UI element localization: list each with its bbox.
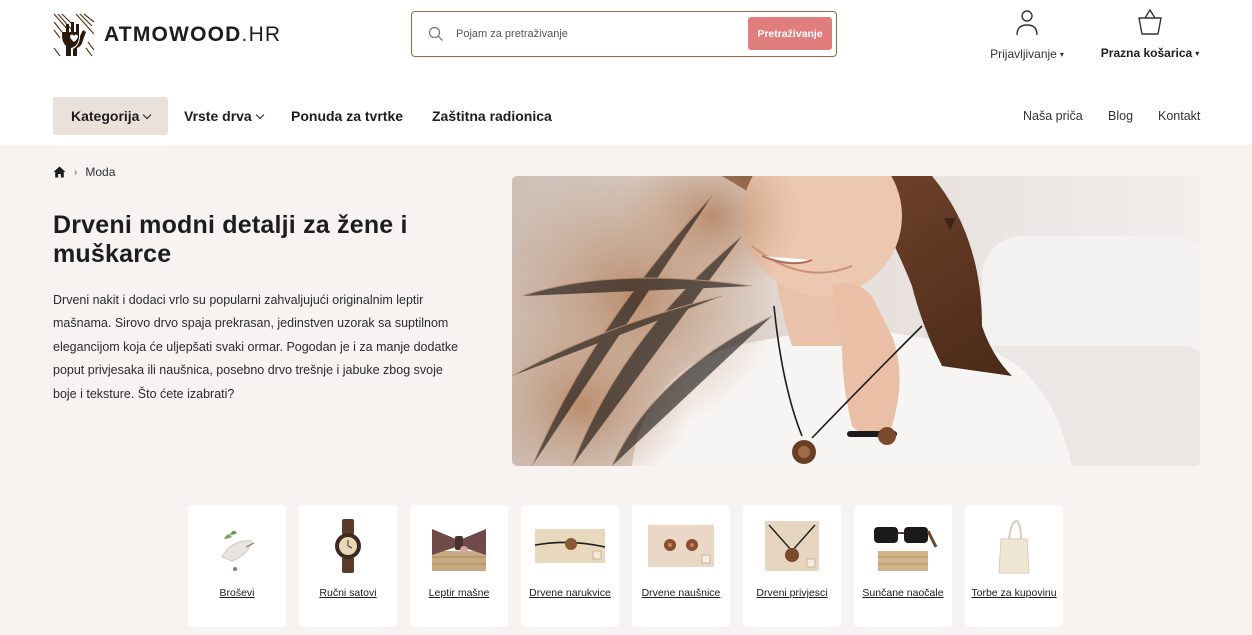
nav-item-vrste-drva[interactable]: Vrste drva xyxy=(184,97,264,135)
hero-image xyxy=(512,176,1200,466)
search-form: Pretraživanje xyxy=(411,11,837,57)
category-tile-label: Drvene naušnice xyxy=(641,587,721,599)
category-tile-drveni-privjesci[interactable]: Drveni privjesci xyxy=(743,505,841,627)
nav-link-kontakt[interactable]: Kontakt xyxy=(1158,97,1200,135)
chevron-down-icon xyxy=(255,110,264,120)
page-title: Drveni modni detalji za žene i muškarce xyxy=(53,211,408,268)
basket-icon xyxy=(1138,8,1162,35)
cart-label: Prazna košarica ▾ xyxy=(1100,46,1200,60)
breadcrumb: › Moda xyxy=(53,165,115,179)
category-tile-leptir-masne[interactable]: Leptir mašne xyxy=(410,505,508,627)
category-tile-rucni-satovi[interactable]: Ručni satovi xyxy=(299,505,397,627)
category-tile-label: Drveni privjesci xyxy=(756,587,828,599)
hero-photo-woman-with-wooden-jewelry xyxy=(512,176,1200,466)
breadcrumb-separator-icon: › xyxy=(74,166,78,178)
category-description: Drveni nakit i dodaci vrlo su popularni … xyxy=(53,293,459,401)
nav-item-kategorija[interactable]: Kategorija xyxy=(53,97,169,135)
brooch-icon xyxy=(221,530,255,571)
login-label: Prijavljivanje ▾ xyxy=(990,47,1064,61)
chevron-down-icon xyxy=(143,110,152,120)
sunglasses-icon xyxy=(874,527,938,571)
user-icon xyxy=(1016,10,1038,36)
breadcrumb-current: Moda xyxy=(85,165,116,179)
search-icon xyxy=(428,26,443,41)
pendant-icon xyxy=(765,521,819,571)
watch-icon xyxy=(335,519,361,573)
cart-button[interactable]: Prazna košarica ▾ xyxy=(1094,8,1206,60)
nav-link-nasa-prica[interactable]: Naša priča xyxy=(1023,97,1083,135)
search-button[interactable]: Pretraživanje xyxy=(748,17,832,50)
caret-down-icon: ▾ xyxy=(1195,49,1200,58)
category-tile-label: Ručni satovi xyxy=(319,587,377,599)
site-logo[interactable]: ATMOWOOD.HR xyxy=(52,12,281,58)
nav-item-ponuda-za-tvrtke[interactable]: Ponuda za tvrtke xyxy=(291,97,403,135)
bow-tie-icon xyxy=(432,529,486,571)
nav-item-zastitna-radionica[interactable]: Zaštitna radionica xyxy=(432,97,552,135)
tote-bag-icon xyxy=(998,519,1030,574)
caret-down-icon: ▾ xyxy=(1059,50,1064,59)
nav-link-blog[interactable]: Blog xyxy=(1108,97,1133,135)
category-tile-label: Sunčane naočale xyxy=(862,587,944,599)
bracelet-icon xyxy=(535,529,605,563)
category-tile-label: Broševi xyxy=(219,587,255,599)
category-tile-torbe-za-kupovinu[interactable]: Torbe za kupovinu xyxy=(965,505,1063,627)
category-tile-label: Leptir mašne xyxy=(428,587,490,599)
category-tile-label: Torbe za kupovinu xyxy=(971,587,1057,599)
category-tile-brosevi[interactable]: Broševi xyxy=(188,505,286,627)
search-input[interactable] xyxy=(456,22,746,46)
main-nav: Kategorija Vrste drva Ponuda za tvrtke Z… xyxy=(0,97,1252,135)
category-tile-suncane-naocale[interactable]: Sunčane naočale xyxy=(854,505,952,627)
category-tile-drvene-narukvice[interactable]: Drvene narukvice xyxy=(521,505,619,627)
site-header: ATMOWOOD.HR Pretraživanje Prijavljivanje… xyxy=(0,0,1252,90)
category-hero-section: › Moda Drveni modni detalji za žene i mu… xyxy=(0,145,1252,635)
earrings-icon xyxy=(648,525,714,567)
logo-text: ATMOWOOD.HR xyxy=(104,23,282,46)
category-tile-label: Drvene narukvice xyxy=(529,587,611,599)
home-icon[interactable] xyxy=(53,166,66,178)
login-button[interactable]: Prijavljivanje ▾ xyxy=(984,9,1070,61)
logo-hands-icon xyxy=(53,13,95,57)
category-tile-drvene-nausnice[interactable]: Drvene naušnice xyxy=(632,505,730,627)
